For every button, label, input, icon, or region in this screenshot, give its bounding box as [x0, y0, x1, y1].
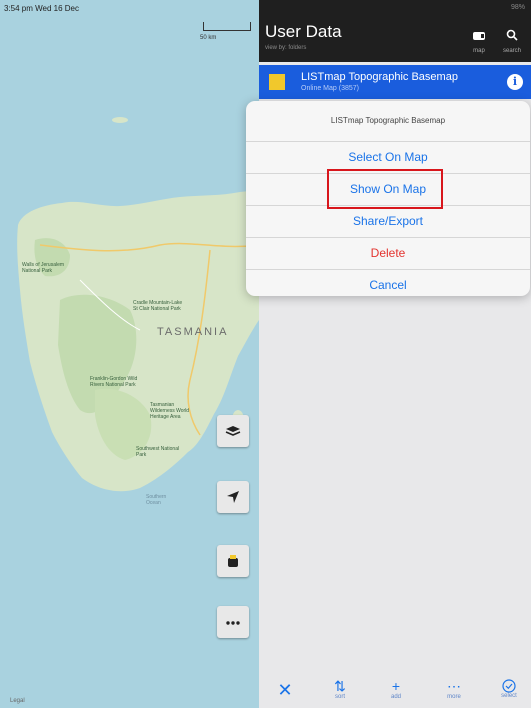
map-toggle-icon: [473, 32, 485, 40]
sort-label: sort: [334, 694, 345, 700]
map-view[interactable]: 3:54 pm Wed 16 Dec 50 km Walls of Jerusa…: [0, 0, 259, 708]
place-label: Walls of Jerusalem National Park: [22, 262, 65, 274]
legal-link[interactable]: Legal: [10, 698, 25, 704]
info-icon[interactable]: i: [507, 74, 523, 90]
search-button[interactable]: search: [497, 28, 527, 54]
backpack-icon: [228, 555, 238, 567]
close-icon: ✕: [277, 680, 293, 700]
sort-button[interactable]: ⇅ sort: [322, 678, 358, 701]
view-by-selector[interactable]: view by: folders: [265, 45, 306, 51]
layers-button[interactable]: [217, 415, 249, 447]
scale-bar: [203, 22, 251, 31]
panel-title: User Data: [265, 22, 342, 41]
add-button[interactable]: + add: [378, 678, 414, 701]
place-label: Cradle Mountain-Lake St Clair National P…: [133, 300, 183, 312]
select-label: select: [501, 693, 517, 699]
place-label: Southwest National Park: [136, 446, 180, 458]
place-label: Tasmanian Wilderness World Heritage Area: [150, 402, 190, 420]
list-item-title: LISTmap Topographic Basemap: [301, 71, 458, 83]
ellipsis-icon: ⋯: [447, 678, 461, 694]
layers-icon: [225, 426, 241, 436]
scale-label: 50 km: [200, 35, 217, 41]
action-sheet-title: LISTmap Topographic Basemap: [246, 101, 530, 142]
more-label: more: [447, 694, 461, 700]
record-button[interactable]: [217, 545, 249, 577]
search-icon: [506, 29, 518, 41]
place-label: Franklin-Gordon Wild Rivers National Par…: [90, 376, 138, 388]
delete-button[interactable]: Delete: [246, 238, 530, 270]
sort-icon: ⇅: [334, 678, 346, 694]
checkmark-circle-icon: [502, 679, 516, 693]
map-canvas: [0, 0, 259, 708]
more-tools-button[interactable]: [217, 606, 249, 638]
location-arrow-icon: [227, 491, 239, 503]
bottom-toolbar: ✕ ⇅ sort + add ⋯ more select: [259, 675, 531, 708]
cancel-button[interactable]: Cancel: [246, 270, 530, 296]
locate-button[interactable]: [217, 481, 249, 513]
status-time: 3:54 pm Wed 16 Dec: [4, 4, 80, 13]
close-button[interactable]: ✕: [267, 679, 303, 701]
more-button[interactable]: ⋯ more: [436, 678, 472, 701]
plus-icon: +: [391, 678, 401, 694]
add-label: add: [390, 694, 401, 700]
list-item-subtitle: Online Map (3857): [301, 85, 359, 92]
highlight-box: [327, 169, 443, 209]
basemap-thumbnail-icon: [269, 74, 285, 90]
map-toggle-button[interactable]: map: [464, 28, 494, 54]
list-item-selected[interactable]: LISTmap Topographic Basemap Online Map (…: [259, 65, 531, 99]
share-export-button[interactable]: Share/Export: [246, 206, 530, 238]
battery-status: 98%: [510, 4, 525, 11]
region-label: TASMANIA: [157, 326, 229, 338]
search-label: search: [502, 48, 521, 54]
ocean-label: Southern Ocean: [146, 494, 167, 506]
ellipsis-icon: [226, 621, 240, 625]
panel-header: 98% User Data view by: folders map searc…: [259, 0, 531, 62]
select-button[interactable]: select: [491, 679, 527, 699]
map-toggle-label: map: [473, 48, 485, 54]
